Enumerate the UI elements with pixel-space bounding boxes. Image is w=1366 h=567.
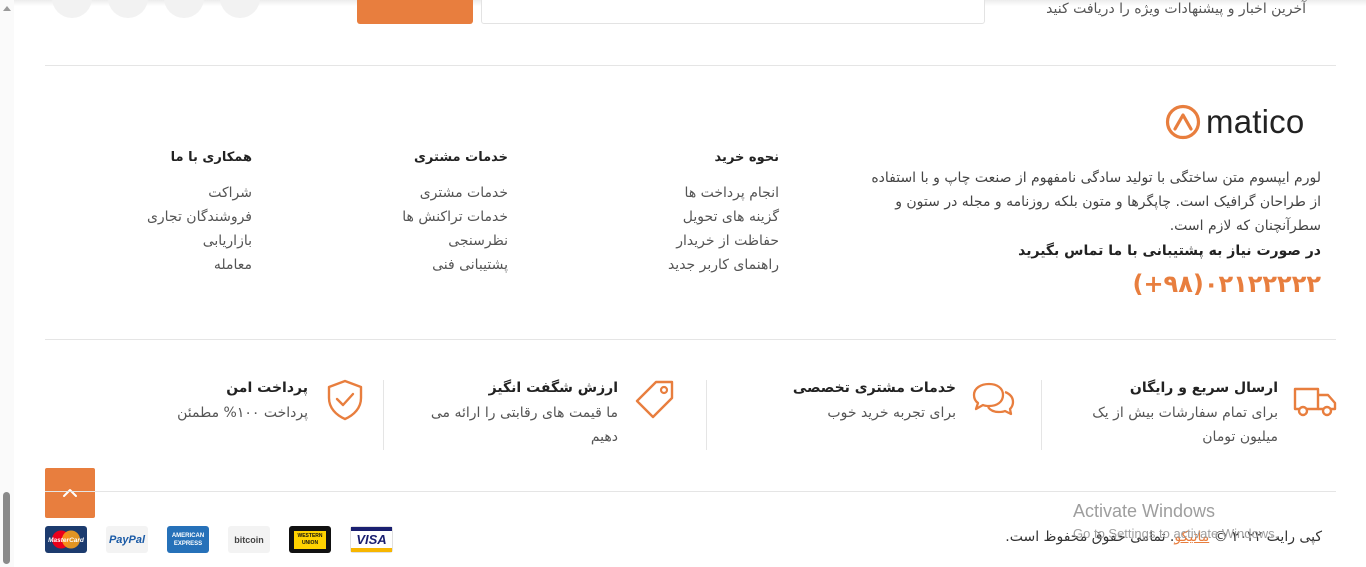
scroll-up-arrow-icon[interactable] [3,6,11,11]
bitcoin-label: bitcoin [234,534,264,545]
feature-title: ارسال سریع و رایگان [1129,380,1278,396]
mastercard-badge: MasterCard [45,526,87,553]
footer-link[interactable]: حفاظت از خریدار [676,233,779,249]
feature-separator [1041,380,1042,450]
footer-link[interactable]: راهنمای کاربر جدید [668,257,779,273]
column-title: خدمات مشتری [414,150,508,165]
footer-link[interactable]: معامله [214,257,252,273]
page-scrollbar[interactable] [0,0,14,567]
feature-amazing-value: ارزش شگفت انگیز ما قیمت های رقابتی را ار… [418,378,678,450]
western-union-label: WESTERN UNION [294,530,326,549]
footer-column-how-to-buy: نحوه خرید انجام پرداخت ها گزینه های تحوی… [668,150,779,277]
scrollbar-thumb[interactable] [3,492,10,564]
footer-link[interactable]: بازاریابی [203,233,252,249]
mastercard-icon: MasterCard [48,530,85,549]
footer-link[interactable]: خدمات تراکنش ها [402,209,508,225]
social-button[interactable] [164,0,204,18]
visa-stripe-bottom [351,548,392,552]
footer-link[interactable]: خدمات مشتری [420,185,508,201]
feature-customer-service: خدمات مشتری تخصصی برای تجربه خرید خوب [716,378,1016,450]
feature-separator [383,380,384,450]
subscribe-button[interactable] [357,0,473,24]
footer-link[interactable]: پشتیبانی فنی [432,257,508,273]
social-button[interactable] [52,0,92,18]
amex-label: AMERICAN EXPRESS [171,532,205,547]
footer-link[interactable]: نظرسنجی [448,233,508,249]
feature-fast-shipping: ارسال سریع و رایگان برای تمام سفارشات بی… [1048,378,1338,450]
column-title: همکاری با ما [170,150,252,165]
social-button[interactable] [108,0,148,18]
feature-title: خدمات مشتری تخصصی [792,380,956,396]
windows-activation-watermark: Activate Windows Go to Settings to activ… [1073,500,1278,543]
footer-link[interactable]: شراکت [208,185,252,201]
activate-windows-subtitle: Go to Settings to activate Windows. [1073,526,1279,541]
divider [45,339,1336,340]
western-union-badge: WESTERN UNION [289,526,331,553]
newsletter-text: آخرین اخبار و پیشنهادات ویژه را دریافت ک… [1046,1,1306,17]
feature-title: پرداخت امن [226,380,308,396]
feature-desc: برای تجربه خرید خوب [827,405,956,421]
footer-link[interactable]: انجام پرداخت ها [685,185,779,201]
footer-column-customer-service: خدمات مشتری خدمات مشتری خدمات تراکنش ها … [402,150,508,277]
chat-bubbles-icon [972,382,1015,416]
price-tag-icon [635,380,674,419]
back-to-top-button[interactable] [45,468,95,518]
logo-mark-icon [1165,104,1201,140]
mastercard-label: MasterCard [48,537,85,544]
feature-secure-payment: پرداخت امن پرداخت ۱۰۰% مطمئن [168,378,368,450]
paypal-badge: PayPal [106,526,148,553]
social-button[interactable] [220,0,260,18]
visa-badge: VISA [350,526,393,553]
divider [45,491,1336,492]
matico-logo[interactable]: matico [1164,104,1304,140]
feature-separator [706,380,707,450]
feature-desc: ما قیمت های رقابتی را ارائه می دهیم [430,405,618,445]
feature-desc: برای تمام سفارشات بیش از یک میلیون تومان [1092,405,1278,445]
amex-badge: AMERICAN EXPRESS [167,526,209,553]
feature-title: ارزش شگفت انگیز [488,380,618,396]
footer-column-partnership: همکاری با ما شراکت فروشندگان تجاری بازار… [147,150,252,277]
column-title: نحوه خرید [714,150,779,165]
chevron-up-icon [63,489,77,497]
support-phone[interactable]: (+۹۸)۰۲۱۲۲۲۲۲ [1132,270,1321,298]
support-title: در صورت نیاز به پشتیبانی با ما تماس بگیر… [1018,243,1321,259]
footer-link[interactable]: فروشندگان تجاری [147,209,252,225]
feature-desc: پرداخت ۱۰۰% مطمئن [177,405,308,421]
visa-label: VISA [356,532,387,547]
footer-link[interactable]: گزینه های تحویل [683,209,779,225]
newsletter-email-input[interactable] [481,0,985,24]
divider [45,65,1336,66]
bitcoin-badge: bitcoin [228,526,270,553]
truck-icon [1293,387,1337,417]
logo-text: matico [1206,103,1305,140]
activate-windows-title: Activate Windows [1073,501,1216,521]
about-text: لورم ایپسوم متن ساختگی با تولید سادگی نا… [871,170,1321,234]
paypal-label: PayPal [108,533,146,546]
shield-check-icon [327,379,363,421]
